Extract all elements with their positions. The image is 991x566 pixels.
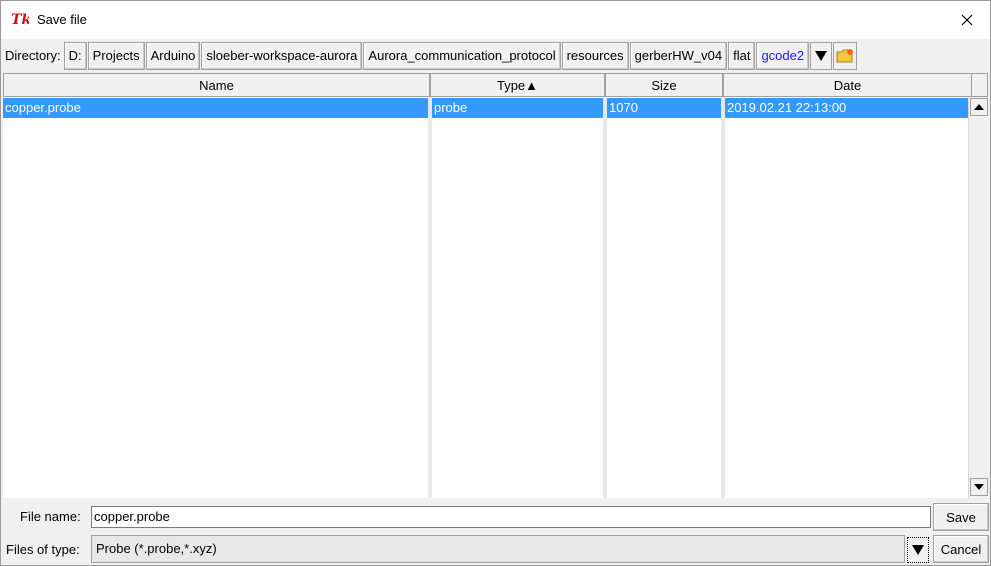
directory-history-dropdown[interactable]	[810, 41, 833, 70]
column-separator	[603, 97, 607, 498]
scroll-down-button[interactable]	[970, 478, 988, 496]
triangle-down-icon	[815, 50, 828, 61]
column-separator	[428, 97, 432, 498]
file-row[interactable]: copper.probe probe 1070 2019.02.21 22:13…	[3, 98, 968, 118]
triangle-down-icon	[912, 545, 924, 555]
column-header-type[interactable]: Type▲	[430, 73, 605, 97]
new-folder-button[interactable]	[833, 41, 858, 70]
column-header-spacer	[972, 73, 988, 97]
path-button-gerber[interactable]: gerberHW_v04	[629, 41, 728, 70]
filetype-label: Files of type:	[6, 542, 80, 557]
file-list[interactable]: copper.probe probe 1070 2019.02.21 22:13…	[3, 97, 968, 498]
scroll-up-button[interactable]	[970, 98, 988, 116]
filetype-combo[interactable]: Probe (*.probe,*.xyz)	[91, 535, 905, 563]
column-headers: Name Type▲ Size Date	[3, 73, 988, 97]
tk-logo-icon: Tk	[11, 12, 29, 28]
vertical-scrollbar[interactable]	[968, 97, 988, 498]
filetype-dropdown-button[interactable]	[907, 537, 929, 563]
column-separator	[721, 97, 725, 498]
cancel-button[interactable]: Cancel	[933, 535, 989, 563]
file-date-cell: 2019.02.21 22:13:00	[725, 98, 968, 118]
filename-input[interactable]: copper.probe	[91, 506, 931, 528]
filename-label: File name:	[20, 509, 81, 524]
path-button-resources[interactable]: resources	[561, 41, 629, 70]
close-icon	[961, 14, 973, 26]
file-name-cell: copper.probe	[3, 98, 428, 118]
path-button-projects[interactable]: Projects	[87, 41, 145, 70]
close-button[interactable]	[944, 1, 990, 39]
path-button-flat[interactable]: flat	[728, 41, 756, 70]
new-folder-icon	[836, 48, 854, 62]
save-file-dialog: Tk Save file Directory: D: Projects Ardu…	[0, 0, 991, 566]
column-header-size[interactable]: Size	[605, 73, 723, 97]
save-button[interactable]: Save	[933, 503, 989, 531]
path-button-workspace[interactable]: sloeber-workspace-aurora	[201, 41, 363, 70]
file-size-cell: 1070	[607, 98, 721, 118]
column-header-name[interactable]: Name	[3, 73, 430, 97]
svg-text:Tk: Tk	[11, 12, 29, 28]
directory-bar: Directory: D: Projects Arduino sloeber-w…	[1, 40, 990, 71]
scroll-down-icon	[974, 484, 984, 490]
scroll-up-icon	[974, 104, 984, 110]
column-header-date[interactable]: Date	[723, 73, 972, 97]
file-type-cell: probe	[432, 98, 603, 118]
path-button-protocol[interactable]: Aurora_communication_protocol	[363, 41, 561, 70]
title-bar: Tk Save file	[1, 1, 990, 39]
window-title: Save file	[37, 12, 87, 27]
path-button-drive[interactable]: D:	[63, 41, 87, 70]
directory-label: Directory:	[5, 48, 61, 63]
path-button-current[interactable]: gcode2	[756, 41, 810, 70]
path-button-arduino[interactable]: Arduino	[145, 41, 201, 70]
